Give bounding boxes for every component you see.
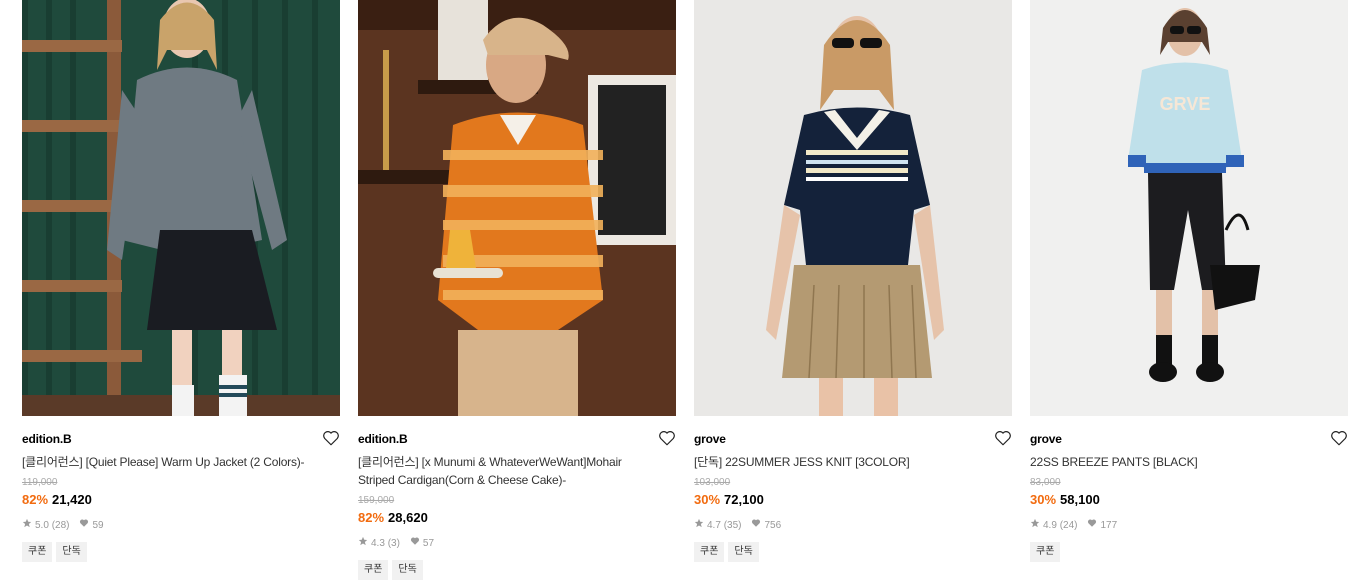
heart-filled-icon	[79, 518, 92, 533]
exclusive-tag: 단독	[392, 560, 423, 580]
like-count: 756	[764, 519, 782, 531]
sale-price: 28,620	[388, 510, 428, 525]
original-price: 83,000	[1030, 477, 1061, 488]
product-card[interactable]: edition.B [클리어런스] [Quiet Please] Warm Up…	[22, 0, 340, 562]
star-icon	[22, 518, 35, 533]
coupon-tag: 쿠폰	[22, 542, 53, 562]
heart-outline-icon[interactable]	[1330, 429, 1348, 447]
original-price: 119,000	[22, 477, 58, 488]
product-image-jacket[interactable]	[22, 0, 340, 416]
rating-score: 5.0	[35, 519, 49, 531]
coupon-tag: 쿠폰	[1030, 542, 1061, 562]
star-icon	[1030, 518, 1043, 533]
like-count: 59	[92, 519, 104, 531]
heart-outline-icon[interactable]	[322, 429, 340, 447]
brand-name[interactable]: edition.B	[22, 432, 72, 446]
star-icon	[358, 536, 371, 551]
heart-filled-icon	[751, 518, 764, 533]
review-count: (24)	[1059, 519, 1078, 531]
sale-price: 21,420	[52, 492, 92, 507]
exclusive-tag: 단독	[56, 542, 87, 562]
brand-name[interactable]: edition.B	[358, 432, 408, 446]
rating-score: 4.9	[1043, 519, 1057, 531]
star-icon	[694, 518, 707, 533]
heart-outline-icon[interactable]	[994, 429, 1012, 447]
svg-text:GRVE: GRVE	[1160, 94, 1211, 114]
discount-rate: 30%	[694, 492, 721, 507]
product-title[interactable]: [클리어런스] [x Munumi & WhateverWeWant]Mohai…	[358, 453, 658, 489]
heart-outline-icon[interactable]	[658, 429, 676, 447]
discount-rate: 82%	[22, 492, 49, 507]
rating-score: 4.7	[707, 519, 721, 531]
like-count: 57	[422, 537, 435, 549]
product-image-cardigan[interactable]	[358, 0, 676, 416]
product-title[interactable]: 22SS BREEZE PANTS [BLACK]	[1030, 453, 1330, 471]
review-count: (35)	[723, 519, 742, 531]
heart-filled-icon	[410, 536, 423, 551]
product-card[interactable]: GRVE grove 22SS BREEZE PANTS [BLACK] 83,…	[1030, 0, 1348, 562]
product-card[interactable]: edition.B [클리어런스] [x Munumi & WhateverWe…	[358, 0, 676, 580]
product-title[interactable]: [단독] 22SUMMER JESS KNIT [3COLOR]	[694, 453, 994, 471]
review-count: (3)	[387, 537, 400, 549]
original-price: 159,000	[358, 495, 395, 506]
heart-filled-icon	[1087, 518, 1100, 533]
brand-name[interactable]: grove	[694, 432, 726, 446]
discount-rate: 30%	[1030, 492, 1057, 507]
product-image-knit[interactable]	[694, 0, 1012, 416]
coupon-tag: 쿠폰	[694, 542, 725, 562]
discount-rate: 82%	[358, 510, 385, 525]
rating-score: 4.3	[371, 537, 385, 549]
product-card[interactable]: grove [단독] 22SUMMER JESS KNIT [3COLOR] 1…	[694, 0, 1012, 562]
exclusive-tag: 단독	[728, 542, 759, 562]
like-count: 177	[1100, 519, 1118, 531]
brand-name[interactable]: grove	[1030, 432, 1062, 446]
original-price: 103,000	[694, 477, 731, 488]
coupon-tag: 쿠폰	[358, 560, 389, 580]
product-title[interactable]: [클리어런스] [Quiet Please] Warm Up Jacket (2…	[22, 453, 322, 471]
review-count: (28)	[51, 519, 70, 531]
sale-price: 58,100	[1060, 492, 1100, 507]
product-grid: edition.B [클리어런스] [Quiet Please] Warm Up…	[0, 0, 1355, 585]
sale-price: 72,100	[724, 492, 764, 507]
product-image-pants[interactable]: GRVE	[1030, 0, 1348, 416]
